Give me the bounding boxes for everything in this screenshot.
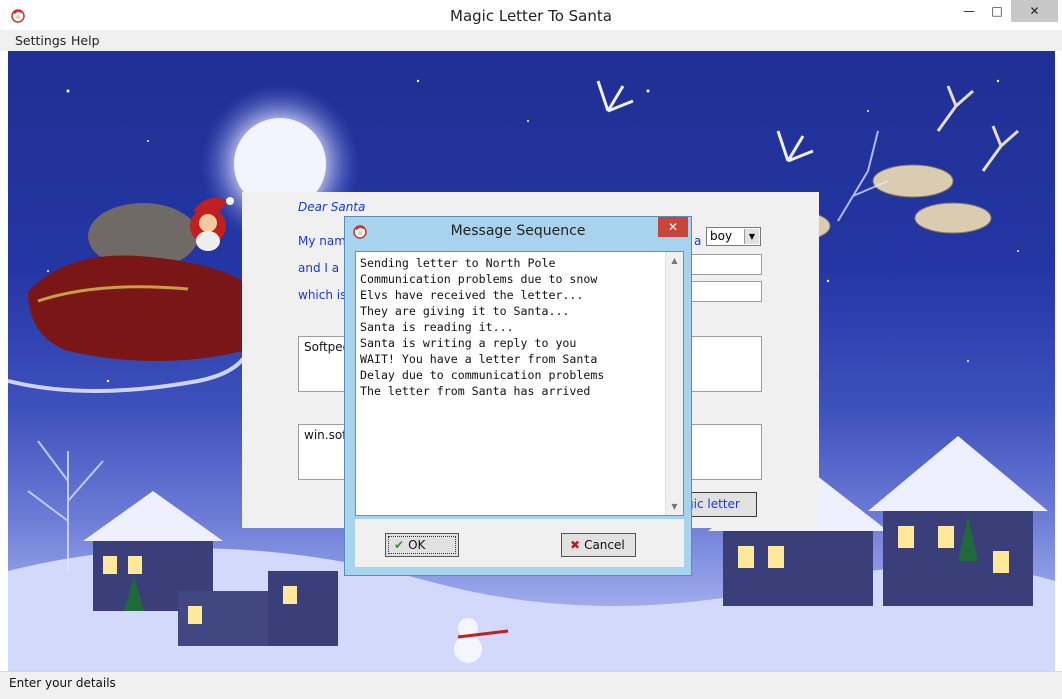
close-button[interactable]: ✕ <box>1011 0 1058 22</box>
message-list-box[interactable]: Sending letter to North Pole Communicati… <box>355 251 684 516</box>
gender-select-value: boy <box>710 229 733 243</box>
dialog-close-button[interactable]: ✕ <box>658 217 688 237</box>
message-line: Santa is reading it... <box>360 320 514 334</box>
message-line: WAIT! You have a letter from Santa <box>360 352 598 366</box>
message-line: The letter from Santa has arrived <box>360 384 591 398</box>
santa-sleigh <box>8 197 250 393</box>
status-bar: Enter your details <box>0 671 1062 699</box>
checkmark-icon: ✔ <box>394 538 405 552</box>
message-line: Sending letter to North Pole <box>360 256 556 270</box>
scroll-down-icon[interactable]: ▼ <box>666 498 683 515</box>
message-sequence-dialog: Message Sequence ✕ Sending letter to Nor… <box>344 216 692 576</box>
title-bar: Magic Letter To Santa — □ ✕ <box>0 0 1062 30</box>
ok-label: OK <box>408 538 426 552</box>
address-text: win.sof <box>304 428 347 442</box>
greeting-text: Dear Santa <box>298 200 366 214</box>
message-line: Delay due to communication problems <box>360 368 605 382</box>
gender-select[interactable]: boy ▼ <box>706 227 761 246</box>
ok-button[interactable]: ✔ OK <box>385 533 459 557</box>
status-text: Enter your details <box>9 676 116 690</box>
menu-bar: Settings Help <box>0 30 1062 51</box>
and-label: and I a <box>298 261 340 275</box>
place-input[interactable] <box>690 281 762 302</box>
message-line: Communication problems due to snow <box>360 272 598 286</box>
window-title: Magic Letter To Santa <box>450 7 612 25</box>
minimize-button[interactable]: — <box>955 0 983 22</box>
wish-text: Softpec <box>304 340 350 354</box>
x-mark-icon: ✖ <box>570 538 581 552</box>
which-label: which is <box>298 288 347 302</box>
message-line: They are giving it to Santa... <box>360 304 570 318</box>
cancel-button[interactable]: ✖ Cancel <box>561 533 636 557</box>
vertical-scrollbar[interactable]: ▲ ▼ <box>665 252 683 515</box>
dialog-button-area: ✔ OK ✖ Cancel <box>355 519 684 567</box>
menu-settings[interactable]: Settings <box>15 33 66 48</box>
chevron-down-icon[interactable]: ▼ <box>744 229 759 244</box>
message-lines: Sending letter to North Pole Communicati… <box>360 255 604 399</box>
scroll-up-icon[interactable]: ▲ <box>666 252 683 269</box>
menu-help[interactable]: Help <box>71 33 100 48</box>
maximize-button[interactable]: □ <box>983 0 1011 22</box>
dialog-title: Message Sequence <box>450 223 586 239</box>
message-line: Elvs have received the letter... <box>360 288 584 302</box>
a-label: a <box>694 234 702 248</box>
age-input[interactable] <box>690 254 762 275</box>
message-line: Santa is writing a reply to you <box>360 336 577 350</box>
cancel-label: Cancel <box>584 538 625 552</box>
